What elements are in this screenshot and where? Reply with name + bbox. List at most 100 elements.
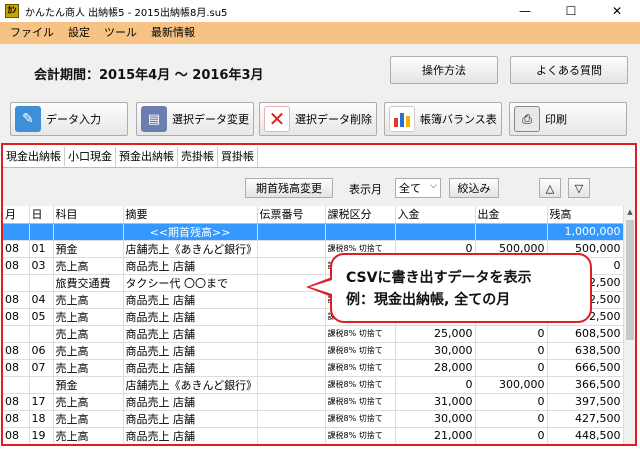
month-select[interactable]: 全て ⌵	[395, 178, 441, 198]
help-button[interactable]: 操作方法	[390, 56, 498, 84]
cell-month: 08	[3, 359, 30, 377]
callout-line-2: 例：現金出納帳, 全ての月	[346, 292, 511, 308]
vertical-scrollbar[interactable]: ▲	[623, 206, 635, 444]
move-up-button[interactable]: △	[539, 178, 561, 198]
move-down-button[interactable]: ▽	[568, 178, 590, 198]
table-row[interactable]: 08 19 売上高 商品売上 店舗 課税8% 切捨て 21,000 0 448,500	[3, 427, 623, 444]
cell-income: 30,000	[395, 410, 476, 428]
cell-day	[29, 376, 54, 394]
month-label: 表示月	[349, 183, 382, 196]
cell-day: 07	[29, 359, 54, 377]
change-data-label: 選択データ変更	[172, 113, 249, 126]
tab-deposit-ledger[interactable]: 預金出納帳	[116, 147, 178, 167]
filter-button[interactable]: 絞込み	[449, 178, 499, 198]
tab-payables[interactable]: 買掛帳	[218, 147, 258, 167]
cell-income: 25,000	[395, 325, 476, 343]
cell-description: 店舗売上《あきんど銀行》	[123, 376, 258, 394]
opening-balance-button[interactable]: 期首残高変更	[245, 178, 333, 198]
table-row[interactable]: 08 06 売上高 商品売上 店舗 課税8% 切捨て 30,000 0 638,500	[3, 342, 623, 360]
cell-day	[29, 274, 54, 292]
cell-day: 18	[29, 410, 54, 428]
scroll-thumb[interactable]	[626, 220, 634, 340]
change-data-button[interactable]: ▤ 選択データ変更	[136, 102, 254, 136]
cell-expense: 0	[475, 410, 548, 428]
cell-description: 商品売上 店舗	[123, 393, 258, 411]
cell-slip	[257, 325, 326, 343]
pencil-icon: ✎	[15, 106, 41, 132]
cell-account: 預金	[53, 376, 124, 394]
faq-button[interactable]: よくある質問	[510, 56, 628, 84]
col-month: 月	[3, 206, 30, 224]
maximize-button[interactable]: ☐	[548, 0, 594, 22]
minimize-button[interactable]: —	[502, 0, 548, 22]
cell-slip	[257, 257, 326, 275]
cell-description: 商品売上 店舗	[123, 325, 258, 343]
cell-account: 売上高	[53, 427, 124, 444]
cell-account: 売上高	[53, 342, 124, 360]
cell-day: 01	[29, 240, 54, 258]
cell-account: 売上高	[53, 393, 124, 411]
table-row[interactable]: 08 07 売上高 商品売上 店舗 課税8% 切捨て 28,000 0 666,500	[3, 359, 623, 377]
table-row[interactable]: 08 17 売上高 商品売上 店舗 課税8% 切捨て 31,000 0 397,500	[3, 393, 623, 411]
month-select-value: 全て	[399, 182, 421, 195]
callout-line-1: CSVに書き出すデータを表示	[346, 270, 532, 286]
cell-day	[29, 223, 54, 241]
cell-slip	[257, 393, 326, 411]
data-entry-button[interactable]: ✎ データ入力	[10, 102, 128, 136]
menu-bar: ファイル 設定 ツール 最新情報	[0, 22, 640, 44]
print-button[interactable]: ⎙ 印刷	[509, 102, 627, 136]
cell-month: 08	[3, 342, 30, 360]
cell-account: 旅費交通費	[53, 274, 124, 292]
cell-tax: 課税8% 切捨て	[325, 325, 396, 343]
bar-chart-icon	[389, 106, 415, 132]
table-row[interactable]: 売上高 商品売上 店舗 課税8% 切捨て 25,000 0 608,500	[3, 325, 623, 343]
tab-petty-cash[interactable]: 小口現金	[65, 147, 116, 167]
cell-slip	[257, 376, 326, 394]
balance-sheet-button[interactable]: 帳簿バランス表	[384, 102, 502, 136]
table-row[interactable]: 預金 店舗売上《あきんど銀行》 課税8% 切捨て 0 300,000 366,500	[3, 376, 623, 394]
cell-account: 売上高	[53, 257, 124, 275]
table-row[interactable]: <<期首残高>> 1,000,000	[3, 223, 623, 241]
cell-month	[3, 274, 30, 292]
menu-settings[interactable]: 設定	[61, 22, 97, 44]
table-row[interactable]: 08 18 売上高 商品売上 店舗 課税8% 切捨て 30,000 0 427,500	[3, 410, 623, 428]
menu-news[interactable]: 最新情報	[144, 22, 202, 44]
cell-income: 21,000	[395, 427, 476, 444]
col-tax: 課税区分	[325, 206, 396, 224]
scroll-up-icon[interactable]: ▲	[624, 206, 636, 218]
cell-description: タクシー代 〇〇まで	[123, 274, 258, 292]
cell-month: 08	[3, 240, 30, 258]
cell-slip	[257, 427, 326, 444]
close-button[interactable]: ✕	[594, 0, 640, 22]
menu-tools[interactable]: ツール	[97, 22, 144, 44]
cell-tax: 課税8% 切捨て	[325, 376, 396, 394]
cell-tax: 課税8% 切捨て	[325, 427, 396, 444]
cell-expense: 0	[475, 393, 548, 411]
cell-day	[29, 325, 54, 343]
delete-icon: ✕	[264, 106, 290, 132]
callout-tail-fill	[310, 280, 332, 294]
col-day: 日	[29, 206, 54, 224]
cell-slip	[257, 308, 326, 326]
cell-income: 0	[395, 376, 476, 394]
cell-income: 28,000	[395, 359, 476, 377]
cell-account: 売上高	[53, 359, 124, 377]
cell-income: 30,000	[395, 342, 476, 360]
cell-account: 売上高	[53, 325, 124, 343]
cell-balance: 1,000,000	[547, 223, 623, 241]
cell-description: 店舗売上《あきんど銀行》	[123, 240, 258, 258]
cell-tax: 課税8% 切捨て	[325, 393, 396, 411]
menu-file[interactable]: ファイル	[0, 22, 61, 44]
cell-tax: 課税8% 切捨て	[325, 359, 396, 377]
cell-month: 08	[3, 410, 30, 428]
cell-day: 05	[29, 308, 54, 326]
cell-description: 商品売上 店舗	[123, 257, 258, 275]
cell-balance: 397,500	[547, 393, 623, 411]
cell-balance: 427,500	[547, 410, 623, 428]
cell-day: 06	[29, 342, 54, 360]
cell-expense: 0	[475, 359, 548, 377]
app-icon: ｶﾝ	[5, 4, 19, 18]
delete-data-button[interactable]: ✕ 選択データ削除	[259, 102, 377, 136]
tab-receivables[interactable]: 売掛帳	[178, 147, 218, 167]
tab-cash-ledger[interactable]: 現金出納帳	[3, 147, 65, 167]
